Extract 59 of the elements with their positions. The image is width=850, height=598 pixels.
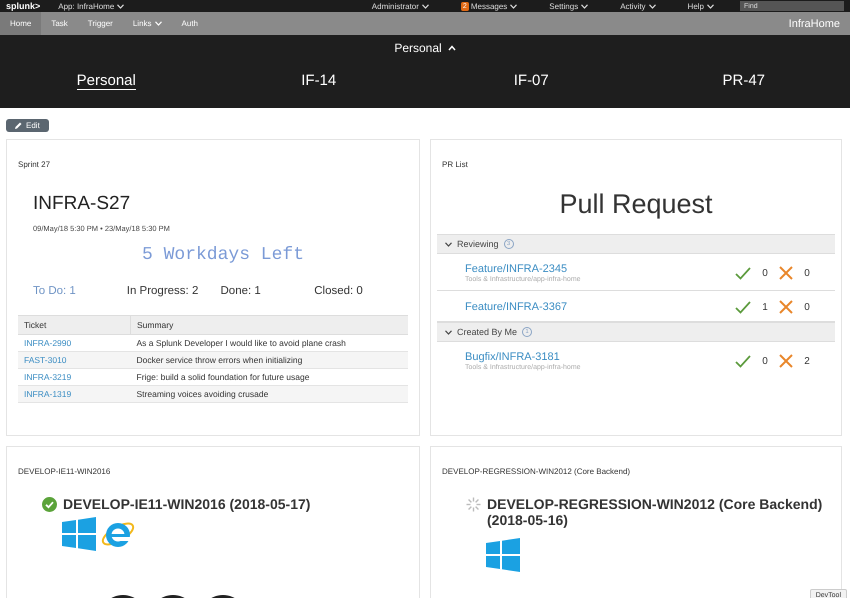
remaining-days: 5 Workdays Left [18,245,408,265]
pr-link[interactable]: Feature/INFRA-2345 [465,263,735,275]
pencil-icon [15,122,22,129]
panel-title: Sprint 27 [18,160,52,169]
status-count[interactable]: In Progress: 2 [126,285,198,297]
column-header: Summary [130,316,408,334]
top-menu[interactable]: Messages [470,2,518,10]
windows-logo-icon [62,517,96,551]
panel-title: DEVELOP-REGRESSION-WIN2012 (Core Backend) [442,467,632,476]
table-cell: Streaming voices avoiding crusade [130,386,408,402]
edit-button[interactable]: Edit [6,119,49,132]
approval-count: 1 [761,302,769,312]
chevron-icon [445,242,452,246]
status-count[interactable]: Closed: 0 [314,285,363,297]
top-menu[interactable]: Administrator [372,2,429,10]
app-title: InfraHome [788,18,840,30]
caret-icon [707,4,714,8]
pr-link[interactable]: Bugfix/INFRA-3181 [465,351,735,363]
rejection-count: 2 [803,356,811,366]
approval-count: 0 [761,356,769,366]
caret-icon [154,21,162,26]
panel-title: DEVELOP-IE11-WIN2016 [18,467,112,476]
chevron-icon [445,330,452,334]
cross-icon [779,354,793,368]
table-cell: Docker service throw errors when initializing [130,352,408,368]
top-menu[interactable]: Activity [620,2,656,10]
caret-icon [117,4,124,8]
top-menu[interactable]: Help [688,2,714,10]
dashboard-tab[interactable]: PR-47 [722,72,766,90]
check-icon [735,354,751,368]
dashboard-tab[interactable]: Personal [76,72,136,90]
build-title: DEVELOP-IE11-WIN2016 (2018-05-17) [63,496,310,512]
splunk-logo[interactable]: splunk> [6,1,40,11]
rejection-count: 0 [803,268,811,278]
rejection-count: 0 [803,302,811,312]
column-header: Ticket [18,316,130,334]
top-menu[interactable]: Settings [549,2,588,10]
cross-icon [779,266,793,280]
approval-count: 0 [761,268,769,278]
build-title: DEVELOP-REGRESSION-WIN2012 (Core Backend) (2018-05-16) [487,496,824,528]
sprint-name: INFRA-S27 [33,193,132,215]
caret-icon [581,4,588,8]
check-icon [735,300,751,314]
caret-icon [422,4,429,8]
pr-link[interactable]: Feature/INFRA-3367 [465,301,735,313]
nav-item[interactable]: Home [0,12,42,35]
dashboard-tab[interactable]: IF-07 [514,72,549,90]
app-menu[interactable]: App: InfraHome [58,2,124,10]
pr-title: Pull Request [558,189,714,220]
status-count[interactable]: Done: 1 [220,285,261,297]
dashboard-tab[interactable]: IF-14 [301,72,336,90]
chevron-icon [448,45,456,51]
cross-icon [779,300,793,314]
caret-icon [510,4,518,8]
caret-icon [648,4,656,8]
dashboard-menu[interactable]: Personal [394,41,456,55]
check-icon [735,266,751,280]
windows-logo-icon [486,538,520,572]
panel-title: PR List [442,160,469,169]
